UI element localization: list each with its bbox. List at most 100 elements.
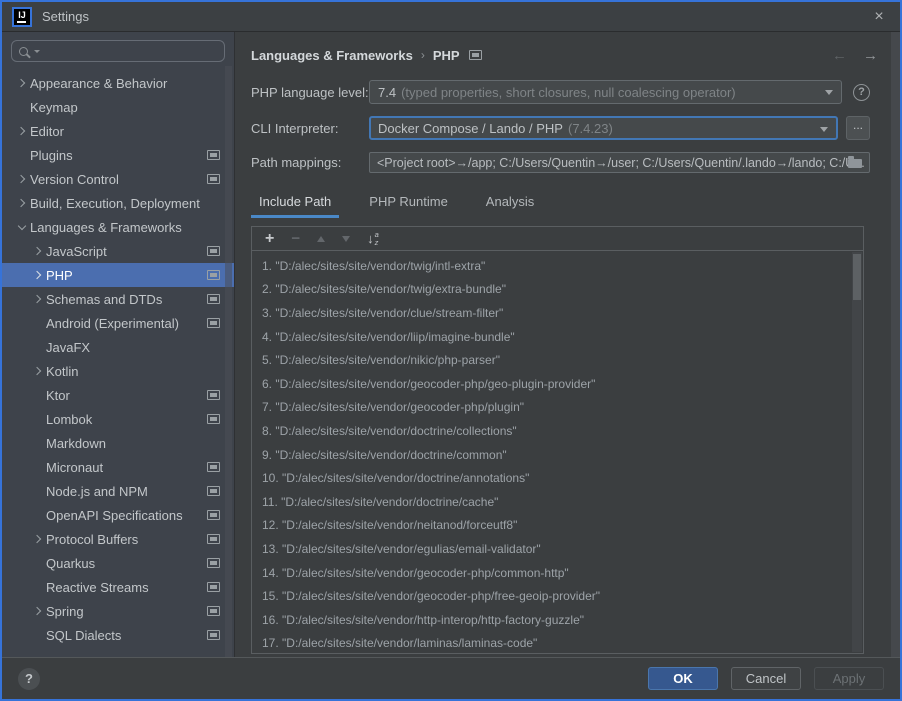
include-path-row[interactable]: 2. "D:/alec/sites/site/vendor/twig/extra… [252, 278, 863, 302]
sidebar-item-label: Appearance & Behavior [30, 75, 168, 91]
monitor-icon [207, 630, 220, 640]
search-box[interactable] [11, 40, 225, 62]
ok-button[interactable]: OK [648, 667, 718, 690]
sidebar-item-appearance-behavior[interactable]: Appearance & Behavior [2, 71, 234, 95]
path-mappings-field[interactable]: <Project root>→/app; C:/Users/Quentin→/u… [369, 152, 870, 173]
include-path-text: 14. "D:/alec/sites/site/vendor/geocoder-… [262, 565, 569, 580]
tab-include-path[interactable]: Include Path [251, 187, 340, 218]
include-path-row[interactable]: 7. "D:/alec/sites/site/vendor/geocoder-p… [252, 396, 863, 420]
sidebar-item-android-experimental[interactable]: Android (Experimental) [2, 311, 234, 335]
content-scrollbar[interactable] [891, 32, 900, 657]
sidebar-item-protocol-buffers[interactable]: Protocol Buffers [2, 527, 234, 551]
sidebar-item-javascript[interactable]: JavaScript [2, 239, 234, 263]
php-tabs: Include Path PHP Runtime Analysis [251, 187, 900, 218]
sidebar-item-label: OpenAPI Specifications [46, 507, 183, 523]
sidebar-item-ktor[interactable]: Ktor [2, 383, 234, 407]
move-up-icon[interactable] [317, 235, 326, 242]
sidebar-item-node-js-and-npm[interactable]: Node.js and NPM [2, 479, 234, 503]
include-path-row[interactable]: 11. "D:/alec/sites/site/vendor/doctrine/… [252, 490, 863, 514]
sidebar-item-languages-frameworks[interactable]: Languages & Frameworks [2, 215, 234, 239]
sort-alphabetically-icon[interactable]: ↓ az [367, 231, 379, 246]
include-path-row[interactable]: 10. "D:/alec/sites/site/vendor/doctrine/… [252, 466, 863, 490]
include-path-row[interactable]: 14. "D:/alec/sites/site/vendor/geocoder-… [252, 561, 863, 585]
sidebar-item-markdown[interactable]: Markdown [2, 431, 234, 455]
settings-search-input[interactable] [46, 44, 217, 58]
sidebar-item-quarkus[interactable]: Quarkus [2, 551, 234, 575]
breadcrumb-php: PHP [432, 47, 460, 63]
chevron-right-icon[interactable] [13, 198, 30, 208]
include-path-text: 11. "D:/alec/sites/site/vendor/doctrine/… [262, 494, 499, 509]
include-path-row[interactable]: 6. "D:/alec/sites/site/vendor/geocoder-p… [252, 372, 863, 396]
include-path-row[interactable]: 15. "D:/alec/sites/site/vendor/geocoder-… [252, 584, 863, 608]
sidebar-scrollbar[interactable] [225, 66, 232, 657]
breadcrumb-languages-frameworks[interactable]: Languages & Frameworks [251, 48, 413, 63]
sidebar-item-javafx[interactable]: JavaFX [2, 335, 234, 359]
list-scrollbar-thumb[interactable] [853, 254, 861, 300]
chevron-right-icon[interactable] [13, 174, 30, 184]
list-scrollbar[interactable] [852, 252, 862, 652]
include-path-row[interactable]: 3. "D:/alec/sites/site/vendor/clue/strea… [252, 301, 863, 325]
tab-php-runtime[interactable]: PHP Runtime [361, 187, 456, 218]
cancel-button[interactable]: Cancel [731, 667, 801, 690]
include-path-row[interactable]: 9. "D:/alec/sites/site/vendor/doctrine/c… [252, 443, 863, 467]
include-path-row[interactable]: 4. "D:/alec/sites/site/vendor/liip/imagi… [252, 325, 863, 349]
move-down-icon[interactable] [342, 235, 351, 242]
cli-interpreter-select[interactable]: Docker Compose / Lando / PHP (7.4.23) [369, 116, 838, 140]
include-path-row[interactable]: 1. "D:/alec/sites/site/vendor/twig/intl-… [252, 254, 863, 278]
include-path-row[interactable]: 16. "D:/alec/sites/site/vendor/http-inte… [252, 608, 863, 632]
include-path-row[interactable]: 8. "D:/alec/sites/site/vendor/doctrine/c… [252, 419, 863, 443]
monitor-icon [207, 390, 220, 400]
chevron-right-icon[interactable] [13, 78, 30, 88]
include-path-text: 3. "D:/alec/sites/site/vendor/clue/strea… [262, 305, 504, 320]
sidebar-item-spring[interactable]: Spring [2, 599, 234, 623]
include-path-text: 17. "D:/alec/sites/site/vendor/laminas/l… [262, 636, 538, 651]
language-level-select[interactable]: 7.4 (typed properties, short closures, n… [369, 80, 842, 104]
sidebar-item-version-control[interactable]: Version Control [2, 167, 234, 191]
chevron-right-icon[interactable] [29, 270, 46, 280]
sidebar-item-reactive-streams[interactable]: Reactive Streams [2, 575, 234, 599]
chevron-right-icon[interactable] [29, 366, 46, 376]
chevron-right-icon[interactable] [29, 534, 46, 544]
search-icon [19, 46, 28, 56]
back-icon[interactable]: ← [832, 47, 847, 64]
help-icon[interactable]: ? [853, 83, 870, 101]
sidebar-item-editor[interactable]: Editor [2, 119, 234, 143]
sidebar-item-label: Quarkus [46, 555, 96, 571]
sidebar-item-label: PHP [46, 267, 73, 283]
folder-icon[interactable] [848, 156, 862, 168]
chevron-right-icon[interactable] [29, 246, 46, 256]
php-settings-content: Languages & Frameworks › PHP ← → PHP lan… [235, 32, 900, 657]
include-path-row[interactable]: 13. "D:/alec/sites/site/vendor/egulias/e… [252, 537, 863, 561]
sidebar-item-kotlin[interactable]: Kotlin [2, 359, 234, 383]
chevron-down-icon[interactable] [13, 221, 30, 230]
sidebar-item-sql-dialects[interactable]: SQL Dialects [2, 623, 234, 647]
settings-tree: Appearance & Behavior Keymap Editor Plug… [2, 67, 234, 657]
close-icon[interactable]: × [868, 8, 890, 26]
sidebar-item-label: Keymap [30, 99, 78, 115]
search-area [2, 32, 234, 67]
include-path-text: 5. "D:/alec/sites/site/vendor/nikic/php-… [262, 353, 500, 368]
sidebar-item-plugins[interactable]: Plugins [2, 143, 234, 167]
include-path-row[interactable]: 17. "D:/alec/sites/site/vendor/laminas/l… [252, 632, 863, 654]
sidebar-item-schemas-and-dtds[interactable]: Schemas and DTDs [2, 287, 234, 311]
search-options-caret-icon[interactable] [34, 49, 40, 53]
sidebar-item-keymap[interactable]: Keymap [2, 95, 234, 119]
forward-icon[interactable]: → [863, 47, 878, 64]
sidebar-item-lombok[interactable]: Lombok [2, 407, 234, 431]
browse-interpreters-button[interactable]: ... [846, 116, 870, 140]
apply-button[interactable]: Apply [814, 667, 884, 690]
help-button[interactable]: ? [18, 667, 40, 690]
include-path-toolbar: + − ↓ az [252, 227, 863, 251]
chevron-right-icon[interactable] [29, 606, 46, 616]
include-path-row[interactable]: 12. "D:/alec/sites/site/vendor/neitanod/… [252, 514, 863, 538]
sidebar-item-php[interactable]: PHP [2, 263, 234, 287]
chevron-right-icon[interactable] [13, 126, 30, 136]
sidebar-item-micronaut[interactable]: Micronaut [2, 455, 234, 479]
include-path-row[interactable]: 5. "D:/alec/sites/site/vendor/nikic/php-… [252, 348, 863, 372]
tab-analysis[interactable]: Analysis [478, 187, 542, 218]
sidebar-item-label: Micronaut [46, 459, 104, 475]
sidebar-item-openapi-specifications[interactable]: OpenAPI Specifications [2, 503, 234, 527]
chevron-right-icon[interactable] [29, 294, 46, 304]
sidebar-item-build-execution-deployment[interactable]: Build, Execution, Deployment [2, 191, 234, 215]
language-level-value: 7.4 [378, 84, 397, 100]
